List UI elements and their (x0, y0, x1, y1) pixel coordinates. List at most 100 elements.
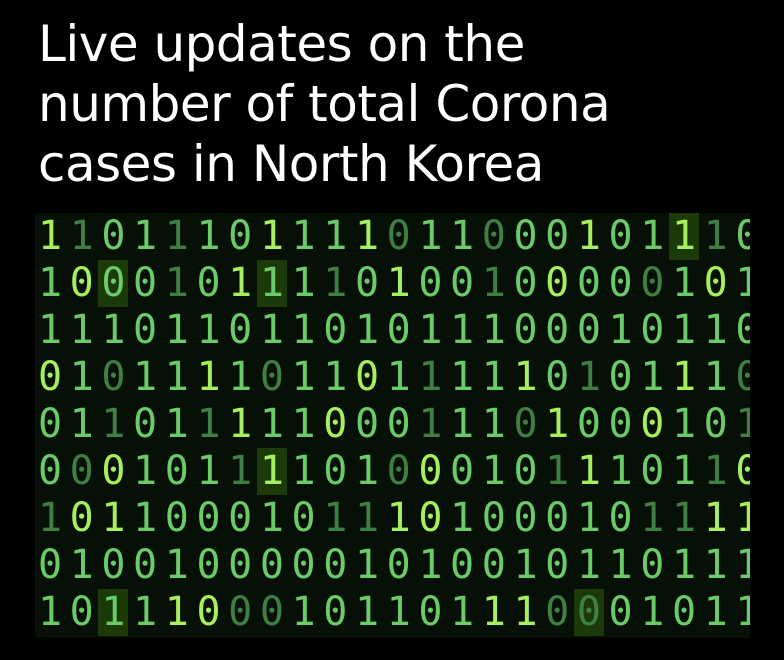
binary-digit: 1 (450, 495, 475, 541)
binary-digit: 0 (259, 354, 284, 400)
binary-digit: 0 (291, 542, 316, 588)
binary-digit: 0 (37, 542, 63, 588)
binary-digit: 0 (386, 401, 411, 447)
binary-digit: 0 (545, 542, 570, 588)
binary-digit: 0 (513, 260, 538, 306)
binary-digit: 1 (37, 589, 63, 635)
binary-digit: 1 (259, 401, 284, 447)
binary-digit: 1 (671, 354, 697, 400)
binary-digit: 0 (354, 354, 380, 400)
binary-digit: 0 (608, 354, 633, 400)
binary-digit: 1 (386, 495, 411, 541)
binary-digit: 0 (608, 495, 633, 541)
binary-digit: 1 (481, 589, 506, 635)
binary-digit: 1 (228, 354, 253, 400)
binary-digit: 1 (735, 260, 750, 306)
binary-digit: 1 (101, 495, 126, 541)
binary-digit: 0 (228, 213, 253, 259)
binary-digit: 1 (259, 495, 284, 541)
binary-digit: 0 (735, 448, 750, 494)
binary-digit: 1 (196, 448, 221, 494)
binary-digit: 0 (354, 401, 380, 447)
binary-digit: 0 (101, 448, 126, 494)
binary-digit: 0 (481, 542, 506, 588)
binary-digit: 0 (37, 354, 63, 400)
binary-digit: 1 (291, 448, 316, 494)
binary-digit: 0 (513, 495, 538, 541)
binary-digit: 1 (291, 589, 316, 635)
binary-digit: 0 (608, 401, 633, 447)
binary-digit: 0 (323, 589, 348, 635)
binary-digit: 0 (735, 307, 750, 353)
binary-digit: 0 (386, 542, 411, 588)
binary-digit: 1 (703, 542, 728, 588)
binary-digit: 1 (354, 542, 380, 588)
binary-digit: 0 (386, 213, 411, 259)
binary-digit: 1 (69, 401, 94, 447)
binary-digit: 1 (418, 354, 443, 400)
binary-digit: 0 (133, 307, 158, 353)
binary-digit: 0 (196, 542, 221, 588)
binary-digit: 0 (228, 307, 253, 353)
binary-digit: 1 (69, 213, 94, 259)
binary-digit: 1 (640, 589, 665, 635)
binary-digit: 0 (513, 401, 538, 447)
binary-digit: 1 (735, 401, 750, 447)
headline: Live updates on the number of total Coro… (38, 14, 778, 194)
binary-digit: 0 (37, 401, 63, 447)
binary-digit: 0 (735, 354, 750, 400)
binary-digit: 0 (101, 354, 126, 400)
binary-digit: 1 (640, 495, 665, 541)
binary-digit: 0 (196, 589, 221, 635)
headline-line-1: Live updates on the (38, 15, 525, 73)
binary-digit: 1 (481, 354, 506, 400)
binary-digit: 1 (386, 354, 411, 400)
binary-digit: 0 (703, 401, 728, 447)
binary-digit: 0 (323, 401, 348, 447)
binary-digit: 1 (323, 213, 348, 259)
binary-digit: 1 (164, 307, 189, 353)
binary-digit: 0 (418, 448, 443, 494)
binary-digit: 1 (133, 354, 158, 400)
binary-digit: 0 (576, 260, 601, 306)
binary-digit: 1 (291, 354, 316, 400)
binary-digit: 0 (323, 448, 348, 494)
binary-digit: 0 (164, 495, 189, 541)
binary-digit: 0 (37, 448, 63, 494)
binary-digit: 1 (418, 542, 443, 588)
binary-digit: 1 (37, 495, 63, 541)
binary-digit: 1 (354, 307, 380, 353)
binary-digit: 0 (354, 260, 380, 306)
binary-digit: 0 (545, 495, 570, 541)
binary-digit: 1 (513, 354, 538, 400)
binary-digit: 0 (259, 542, 284, 588)
binary-digit: 1 (640, 354, 665, 400)
binary-digit: 1 (671, 260, 697, 306)
binary-digit: 1 (354, 448, 380, 494)
binary-digit: 1 (69, 354, 94, 400)
binary-digit: 0 (133, 401, 158, 447)
binary-digit: 1 (576, 213, 601, 259)
binary-code-grid: 1101110111101100010111010001011110100100… (35, 213, 750, 638)
binary-digit: 0 (640, 401, 665, 447)
binary-digit: 0 (640, 542, 665, 588)
binary-digit: 1 (101, 401, 126, 447)
binary-digit: 1 (671, 307, 697, 353)
binary-digit: 0 (481, 213, 506, 259)
binary-digit: 1 (323, 495, 348, 541)
binary-digit: 1 (703, 495, 728, 541)
binary-digit: 1 (418, 213, 443, 259)
binary-digit: 0 (576, 307, 601, 353)
binary-digit: 0 (735, 213, 750, 259)
binary-digit: 1 (703, 213, 728, 259)
binary-digit: 1 (164, 213, 189, 259)
binary-digit: 1 (291, 307, 316, 353)
binary-digit: 1 (196, 401, 221, 447)
binary-digit: 1 (418, 307, 443, 353)
binary-digit: 1 (450, 307, 475, 353)
headline-line-2: number of total Corona (38, 75, 611, 133)
binary-digit: 1 (669, 213, 699, 260)
binary-digit: 1 (545, 448, 570, 494)
binary-digit: 0 (386, 307, 411, 353)
binary-digit: 1 (228, 260, 253, 306)
